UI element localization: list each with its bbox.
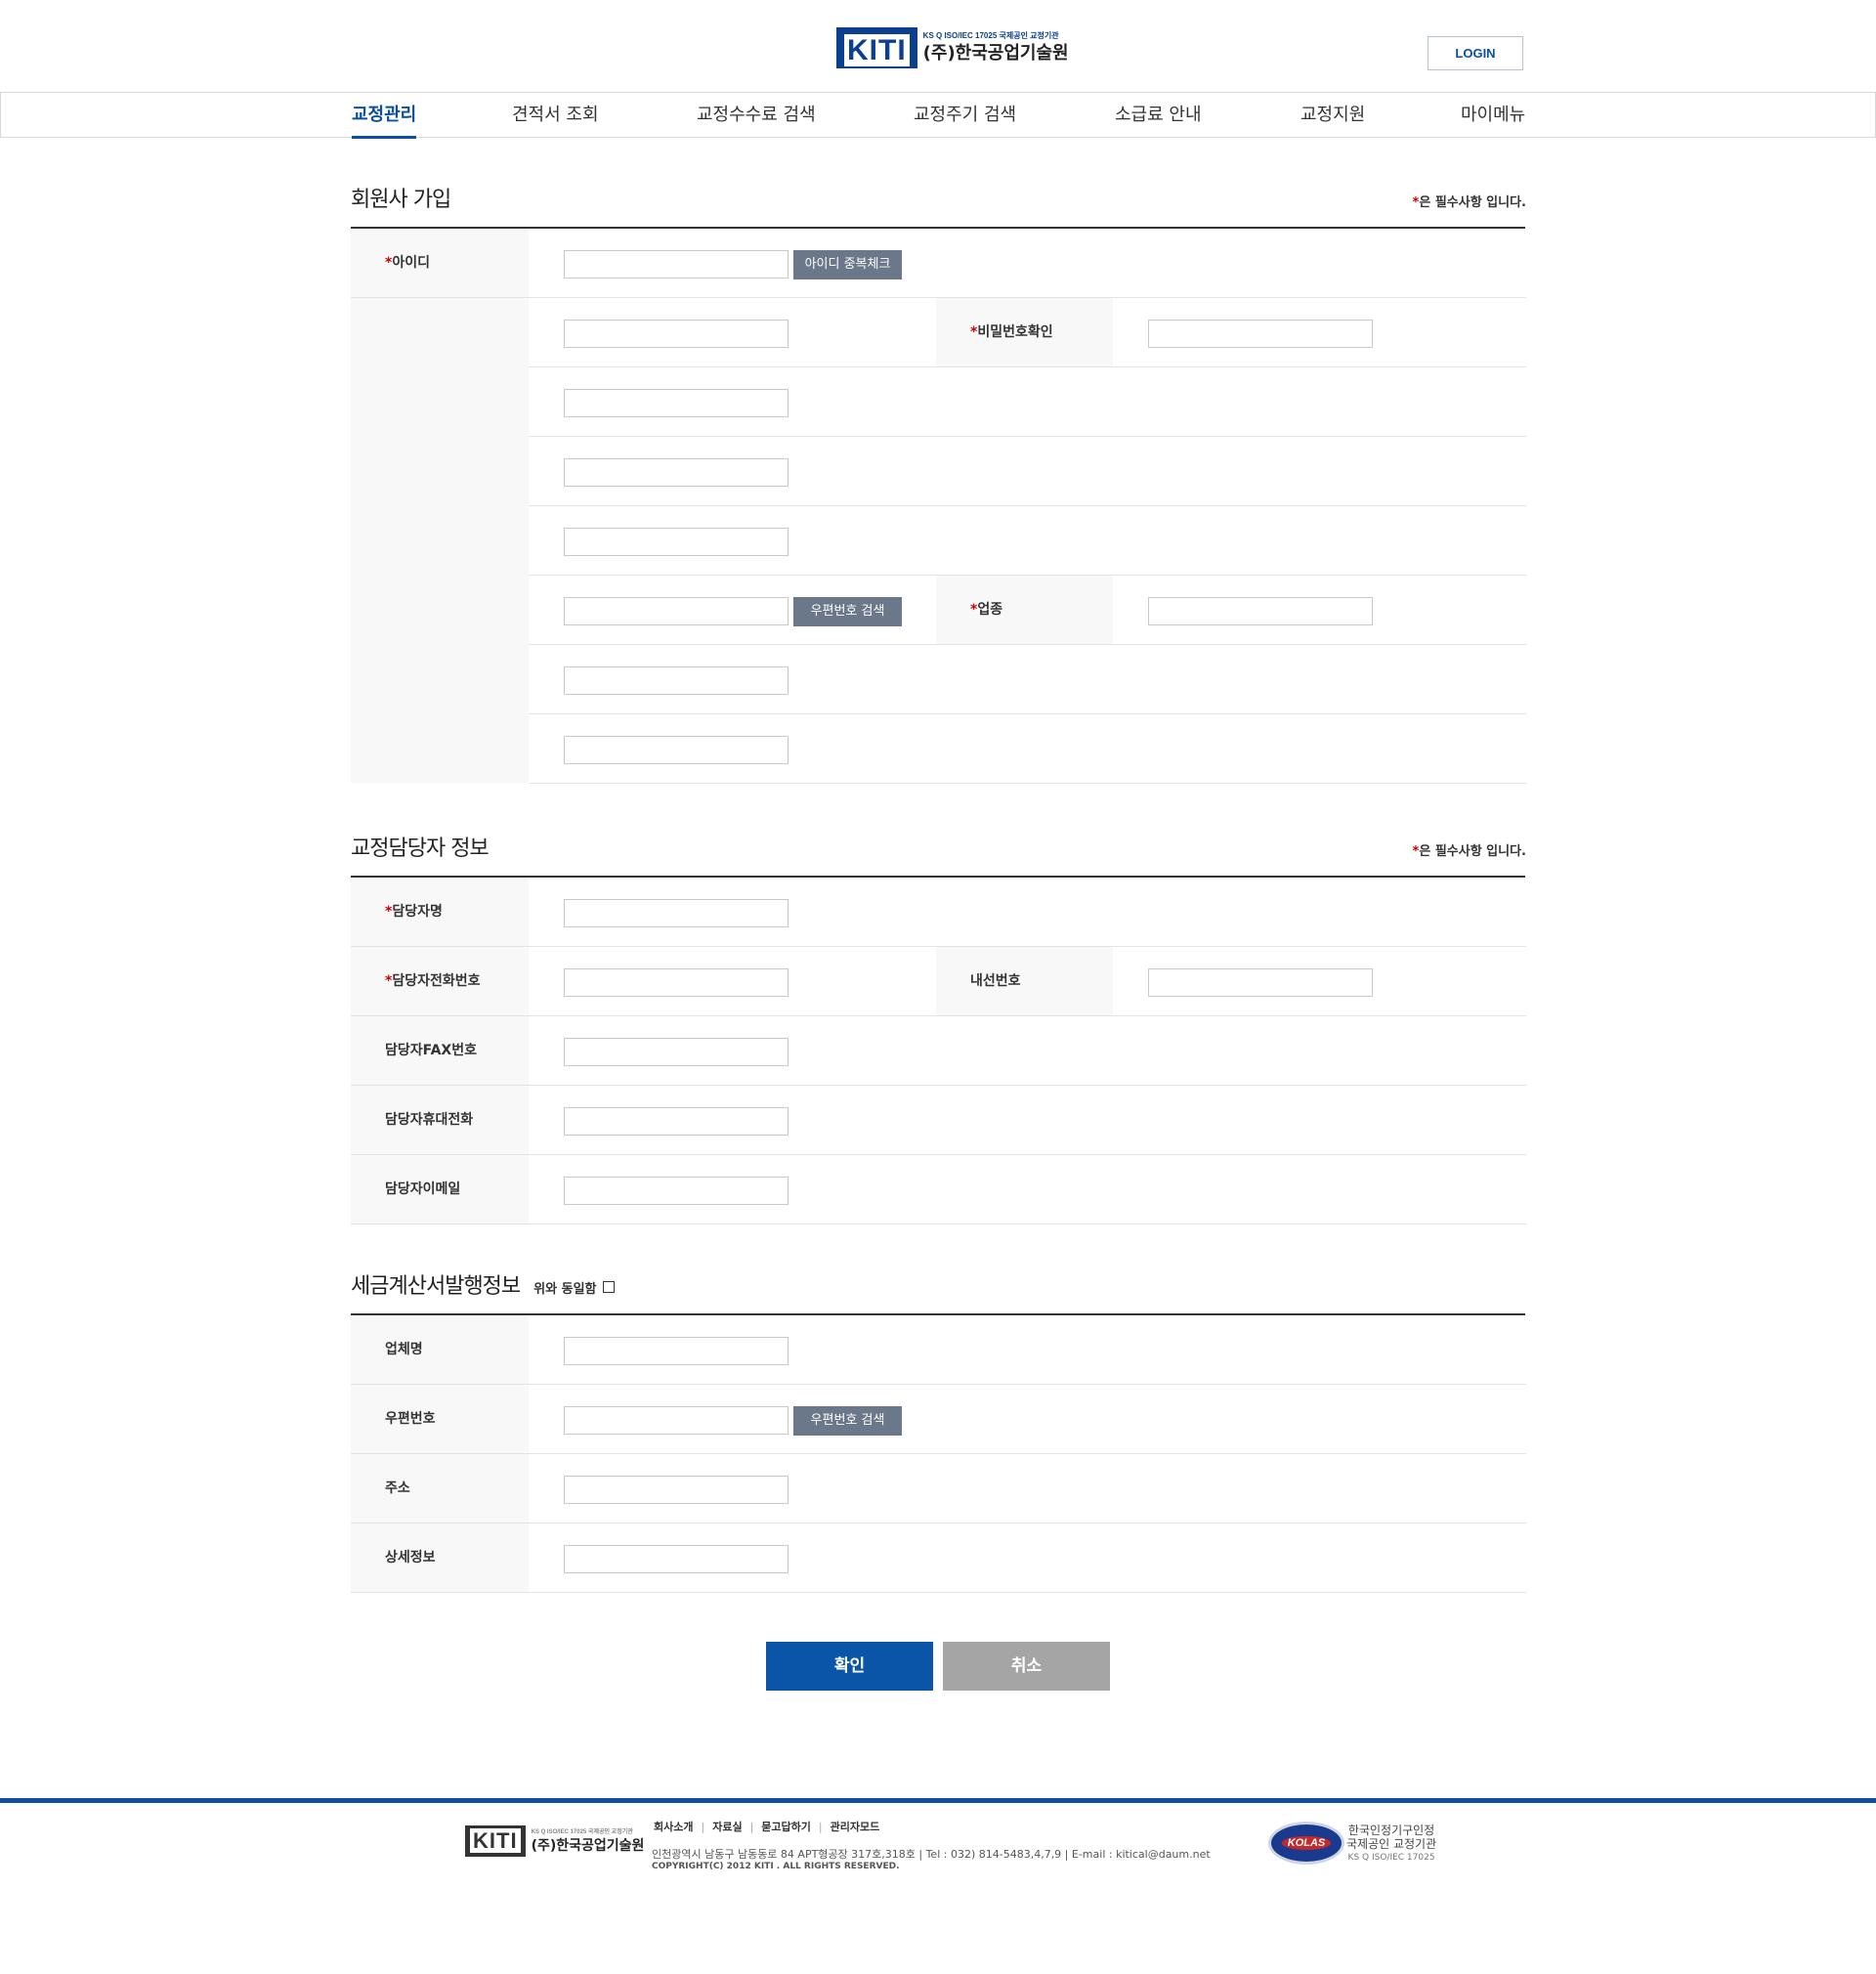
footer-logo-mark: KITI xyxy=(465,1825,526,1857)
tax-detail-label: 상세정보 xyxy=(351,1523,529,1592)
tax-zip-search-button[interactable]: 우편번호 검색 xyxy=(793,1406,902,1436)
form-row xyxy=(529,714,1526,784)
footer-link-about[interactable]: 회사소개 xyxy=(654,1821,693,1833)
footer-logo: KITI KS Q ISO/IEC 17025 국제공인 교정기관 (주)한국공… xyxy=(465,1825,644,1857)
nav-item-traceability-guide[interactable]: 소급료 안내 xyxy=(1115,93,1202,139)
main-nav: 교정관리 견적서 조회 교정수수료 검색 교정주기 검색 소급료 안내 교정지원… xyxy=(0,92,1876,139)
logo-subtitle: KS Q ISO/IEC 17025 국제공인 교정기관 xyxy=(922,31,1059,40)
tax-company-input[interactable] xyxy=(564,1337,789,1365)
required-note: *은 필수사항 입니다. xyxy=(1412,844,1526,859)
nav-item-calibration-support[interactable]: 교정지원 xyxy=(1300,93,1365,139)
zip-search-button[interactable]: 우편번호 검색 xyxy=(793,597,902,626)
kolas-text: 한국인정기구인정 국제공인 교정기관 KS Q ISO/IEC 17025 xyxy=(1346,1824,1437,1863)
form-row-contact-name: *담당자명 xyxy=(351,878,1526,947)
extension-input[interactable] xyxy=(1148,968,1373,997)
footer-link-archive[interactable]: 자료실 xyxy=(712,1821,742,1833)
address-input[interactable] xyxy=(564,666,789,695)
form-row-tax-detail: 상세정보 xyxy=(351,1523,1526,1593)
footer-link-admin[interactable]: 관리자모드 xyxy=(831,1821,880,1833)
contact-name-input[interactable] xyxy=(564,899,789,927)
form-row-contact-email: 담당자이메일 xyxy=(351,1155,1526,1224)
footer-logo-subtitle: KS Q ISO/IEC 17025 국제공인 교정기관 xyxy=(531,1828,633,1835)
form-row-contact-mobile: 담당자휴대전화 xyxy=(351,1086,1526,1155)
password-input[interactable] xyxy=(564,320,789,348)
contact-mobile-input[interactable] xyxy=(564,1107,789,1136)
nav-item-cycle-search[interactable]: 교정주기 검색 xyxy=(914,93,1016,139)
tax-address-input[interactable] xyxy=(564,1476,789,1504)
required-note: *은 필수사항 입니다. xyxy=(1412,195,1526,210)
tax-zip-label: 우편번호 xyxy=(351,1385,529,1453)
contact-fax-label: 담당자FAX번호 xyxy=(351,1016,529,1085)
nav-item-calibration-management[interactable]: 교정관리 xyxy=(352,93,417,139)
form-row-password: *비밀번호확인 xyxy=(529,298,1526,367)
form-row-contact-fax: 담당자FAX번호 xyxy=(351,1016,1526,1086)
form-row-tax-company: 업체명 xyxy=(351,1315,1526,1385)
nav-item-my-menu[interactable]: 마이메뉴 xyxy=(1461,93,1525,139)
representative-input[interactable] xyxy=(564,458,789,487)
form-row-tax-address: 주소 xyxy=(351,1454,1526,1523)
contact-email-label: 담당자이메일 xyxy=(351,1155,529,1223)
extension-label: 내선번호 xyxy=(936,947,1113,1015)
zip-input[interactable] xyxy=(564,597,789,625)
site-logo[interactable]: KITI KS Q ISO/IEC 17025 국제공인 교정기관 (주)한국공… xyxy=(836,27,1069,68)
nav-item-fee-search[interactable]: 교정수수료 검색 xyxy=(697,93,816,139)
form-row xyxy=(529,367,1526,437)
contact-name-label: *담당자명 xyxy=(351,878,529,946)
footer-divider xyxy=(0,1798,1876,1803)
cancel-button[interactable]: 취소 xyxy=(943,1642,1110,1691)
address-detail-input[interactable] xyxy=(564,736,789,764)
site-header: KITI KS Q ISO/IEC 17025 국제공인 교정기관 (주)한국공… xyxy=(0,0,1876,92)
member-section-title: 회원사 가입 xyxy=(351,188,451,212)
contact-phone-label: *담당자전화번호 xyxy=(351,947,529,1015)
form-row xyxy=(529,506,1526,576)
business-number-input[interactable] xyxy=(564,528,789,556)
contact-email-input[interactable] xyxy=(564,1177,789,1205)
same-as-above-checkbox[interactable]: 위와 동일함 xyxy=(533,1278,615,1297)
id-duplicate-check-button[interactable]: 아이디 중복체크 xyxy=(793,250,902,279)
logo-name: (주)한국공업기술원 xyxy=(922,43,1069,64)
tax-company-label: 업체명 xyxy=(351,1315,529,1384)
footer-logo-name: (주)한국공업기술원 xyxy=(531,1837,645,1854)
footer-link-qna[interactable]: 묻고답하기 xyxy=(761,1821,811,1833)
contact-mobile-label: 담당자휴대전화 xyxy=(351,1086,529,1154)
industry-label: *업종 xyxy=(936,576,1113,644)
checkbox-icon[interactable] xyxy=(602,1281,615,1293)
form-row-contact-phone: *담당자전화번호 내선번호 xyxy=(351,947,1526,1016)
footer-links: 회사소개 | 자료실 | 묻고답하기 | 관리자모드 xyxy=(654,1821,880,1833)
footer-copyright: COPYRIGHT(C) 2012 KITI . ALL RIGHTS RESE… xyxy=(652,1862,900,1871)
kolas-logo: KOLAS xyxy=(1268,1822,1344,1865)
password-confirm-input[interactable] xyxy=(1148,320,1373,348)
logo-mark: KITI xyxy=(836,27,917,68)
id-label: *아이디 xyxy=(351,229,529,297)
password-confirm-label: *비밀번호확인 xyxy=(936,298,1113,366)
tax-detail-input[interactable] xyxy=(564,1545,789,1573)
tax-zip-input[interactable] xyxy=(564,1406,789,1435)
empty-label-column xyxy=(351,298,529,783)
industry-input[interactable] xyxy=(1148,597,1373,625)
contact-phone-input[interactable] xyxy=(564,968,789,997)
contact-fax-input[interactable] xyxy=(564,1038,789,1066)
confirm-button[interactable]: 확인 xyxy=(766,1642,933,1691)
contact-section-title: 교정담당자 정보 xyxy=(351,837,490,861)
company-name-input[interactable] xyxy=(564,389,789,417)
form-row xyxy=(529,437,1526,506)
tax-section-title: 세금계산서발행정보 위와 동일함 xyxy=(351,1268,615,1300)
form-row xyxy=(529,645,1526,714)
tax-address-label: 주소 xyxy=(351,1454,529,1523)
footer-address: 인천광역시 남동구 남동동로 84 APT형공장 317호,318호 | Tel… xyxy=(652,1848,1211,1861)
id-input[interactable] xyxy=(564,250,789,279)
form-row-id: *아이디 아이디 중복체크 xyxy=(351,229,1526,298)
nav-item-quote-lookup[interactable]: 견적서 조회 xyxy=(512,93,599,139)
form-row-zip: 우편번호 검색 *업종 xyxy=(529,576,1526,645)
form-row-tax-zip: 우편번호 우편번호 검색 xyxy=(351,1385,1526,1454)
login-button[interactable]: LOGIN xyxy=(1428,36,1523,70)
